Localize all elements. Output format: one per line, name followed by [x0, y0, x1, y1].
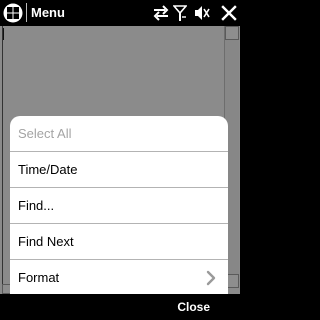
- menu-item-format[interactable]: Format: [10, 260, 228, 294]
- close-softkey[interactable]: Close: [177, 300, 210, 314]
- menu-item-find-next[interactable]: Find Next: [10, 224, 228, 259]
- menu-item-label: Time/Date: [18, 162, 78, 177]
- signal-antenna-icon[interactable]: [173, 5, 187, 21]
- speaker-muted-icon[interactable]: [194, 5, 210, 21]
- title-bar: Menu: [0, 0, 240, 26]
- title-divider: [26, 3, 27, 22]
- menu-item-time-date[interactable]: Time/Date: [10, 152, 228, 187]
- windows-flag-icon[interactable]: [3, 3, 23, 23]
- menu-item-label: Find Next: [18, 234, 74, 249]
- text-cursor: [3, 28, 4, 40]
- screen: Menu Select All Time/Date Find... Find N…: [0, 0, 240, 320]
- document-border: [2, 26, 3, 288]
- popup-menu: Select All Time/Date Find... Find Next F…: [10, 116, 228, 294]
- menu-item-select-all: Select All: [10, 116, 228, 151]
- scroll-up-button[interactable]: [225, 26, 239, 40]
- menu-item-label: Select All: [18, 126, 72, 141]
- window-title: Menu: [31, 5, 65, 20]
- close-x-icon[interactable]: [220, 4, 238, 22]
- sync-arrows-icon[interactable]: [153, 5, 169, 21]
- menu-item-find[interactable]: Find...: [10, 188, 228, 223]
- menu-item-label: Find...: [18, 198, 55, 213]
- chevron-right-icon: [206, 270, 216, 286]
- softkey-bar: Close: [0, 294, 240, 320]
- menu-item-label: Format: [18, 270, 60, 285]
